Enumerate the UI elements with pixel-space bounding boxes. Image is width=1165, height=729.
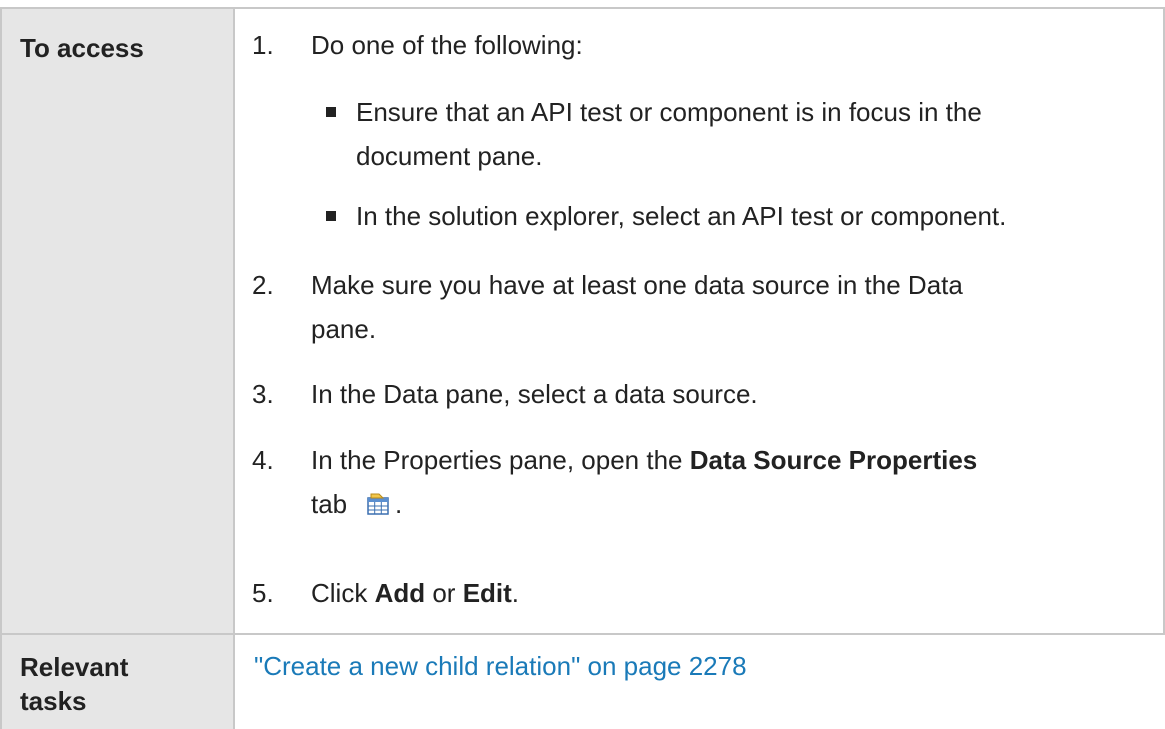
- step-text-plain: In the Properties pane, open the: [311, 445, 690, 475]
- step-text-line: pane.: [311, 314, 377, 344]
- step-text: Click Add or Edit.: [311, 575, 519, 611]
- square-bullet-icon: [326, 211, 336, 221]
- step-text-line: tab: [311, 486, 347, 522]
- square-bullet-icon: [326, 107, 336, 117]
- step-number: 4.: [252, 445, 274, 475]
- row-label-relevant-tasks: Relevant tasks: [20, 650, 210, 718]
- step-number: 1.: [252, 30, 274, 60]
- table-border-left: [0, 7, 2, 729]
- step-text-plain: Click: [311, 578, 375, 608]
- row-label-to-access: To access: [20, 33, 144, 63]
- step-number: 3.: [252, 379, 274, 409]
- bullet-text-line: document pane.: [356, 141, 543, 171]
- label-line: tasks: [20, 686, 87, 716]
- bullet-text: In the solution explorer, select an API …: [356, 201, 1007, 231]
- label-line: Relevant: [20, 652, 129, 682]
- step-text: Do one of the following:: [311, 30, 583, 60]
- step-text-line: Make sure you have at least one data sou…: [311, 270, 963, 300]
- table-border-row: [0, 633, 1165, 635]
- step-number: 5.: [252, 578, 274, 608]
- step-text: In the Data pane, select a data source.: [311, 379, 758, 409]
- step-text-plain: tab: [311, 489, 348, 519]
- bullet-text-line: Ensure that an API test or component is …: [356, 97, 982, 127]
- table-border-column: [233, 7, 235, 729]
- step-text-period: .: [395, 489, 403, 519]
- add-command: Add: [374, 578, 426, 608]
- tab-name: Data Source Properties: [689, 445, 978, 475]
- edit-command: Edit: [462, 578, 512, 608]
- step-text-line: In the Properties pane, open the Data So…: [311, 442, 977, 478]
- access-table: To access Relevant tasks 1. Do one of th…: [0, 0, 1165, 729]
- data-source-properties-icon: [367, 493, 389, 515]
- step-4-period: .: [395, 486, 402, 522]
- step-text-plain: or: [425, 578, 463, 608]
- table-border-top: [0, 7, 1165, 9]
- step-number: 2.: [252, 270, 274, 300]
- header-cell-access: [2, 9, 233, 633]
- create-child-relation-link[interactable]: "Create a new child relation" on page 22…: [254, 648, 747, 684]
- step-text-plain: .: [511, 578, 520, 608]
